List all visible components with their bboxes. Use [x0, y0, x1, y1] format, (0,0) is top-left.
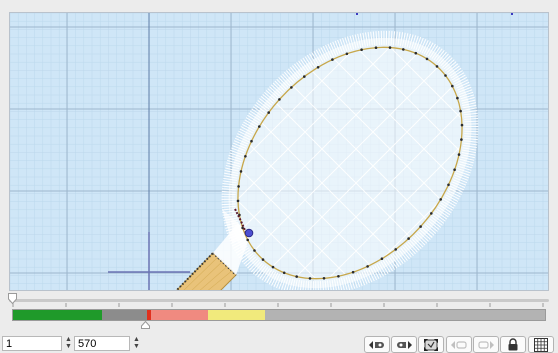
- outline-stitch-point: [253, 249, 256, 252]
- chevron-down-icon: ▼: [65, 343, 72, 350]
- outline-stitch-point: [322, 277, 326, 280]
- outline-stitch-point: [447, 183, 450, 187]
- color-block-5[interactable]: [208, 310, 266, 320]
- outline-stitch-point: [425, 57, 429, 61]
- fit-design-button[interactable]: [418, 336, 444, 353]
- canvas-marker-2: [511, 13, 513, 15]
- outline-stitch-point: [290, 86, 293, 89]
- outline-stitch-point: [453, 168, 456, 171]
- chevron-down-icon: ▼: [133, 343, 140, 350]
- outline-stitch-point: [337, 275, 340, 278]
- outline-stitch-point: [282, 271, 286, 275]
- end-stitch-field[interactable]: [74, 336, 130, 351]
- outline-stitch-point: [444, 74, 447, 77]
- outline-stitch-point: [394, 248, 398, 251]
- outline-stitch-point: [402, 48, 405, 51]
- color-block-1[interactable]: [13, 310, 103, 320]
- color-block-4[interactable]: [151, 310, 209, 320]
- previous-color-button[interactable]: [364, 336, 390, 353]
- next-stitch-button[interactable]: [473, 336, 499, 353]
- outline-stitch-point: [258, 125, 261, 128]
- outline-stitch-point: [380, 257, 384, 260]
- color-block-2[interactable]: [102, 310, 147, 320]
- bottom-toolbar: ▲ ▼ ▲ ▼: [0, 336, 558, 353]
- outline-stitch-point: [407, 237, 410, 240]
- design-canvas[interactable]: [9, 12, 549, 291]
- outline-stitch-point: [360, 48, 363, 51]
- color-block-6[interactable]: [265, 310, 545, 320]
- outline-stitch-point: [456, 96, 459, 100]
- previous-color-icon: [369, 340, 384, 349]
- outline-stitch-point: [366, 265, 369, 268]
- next-color-button[interactable]: [391, 336, 417, 353]
- grid-button[interactable]: [528, 336, 554, 353]
- end-stitch-stepper[interactable]: ▲ ▼: [132, 336, 141, 351]
- outline-stitch-point: [237, 185, 240, 188]
- outline-stitch-point: [261, 258, 265, 261]
- outline-stitch-point: [351, 270, 355, 274]
- racket-head[interactable]: [10, 13, 549, 291]
- chevron-up-icon: ▲: [65, 336, 72, 343]
- outline-stitch-point: [459, 109, 462, 113]
- outline-stitch-point: [295, 275, 299, 278]
- previous-stitch-button[interactable]: [446, 336, 472, 353]
- outline-stitch-point: [451, 84, 454, 88]
- color-sequence-bar[interactable]: [12, 309, 546, 321]
- lock-icon: [508, 338, 518, 351]
- outline-stitch-point: [316, 66, 320, 69]
- outline-stitch-point: [419, 225, 422, 228]
- start-stitch-field[interactable]: [2, 336, 62, 351]
- outline-stitch-point: [246, 238, 249, 242]
- outline-stitch-point: [267, 111, 271, 114]
- grid-icon: [534, 337, 548, 352]
- slow-redraw-slider-track[interactable]: [9, 299, 549, 302]
- outline-stitch-point: [244, 155, 247, 158]
- next-stitch-icon: [478, 340, 494, 349]
- outline-stitch-point: [430, 212, 433, 215]
- outline-stitch-point: [414, 51, 418, 55]
- outline-stitch-point: [239, 170, 243, 173]
- outline-stitch-point: [439, 198, 443, 201]
- outline-stitch-point: [331, 58, 334, 61]
- outline-stitch-point: [388, 46, 392, 49]
- stitch-position-knob[interactable]: [141, 321, 150, 329]
- origin-crosshair: [108, 232, 190, 290]
- outline-stitch-point: [460, 123, 464, 127]
- canvas-marker: [356, 13, 358, 15]
- previous-stitch-icon: [451, 340, 467, 349]
- timeline-ticks: [12, 303, 544, 307]
- outline-stitch-point: [460, 138, 463, 141]
- start-stitch-stepper[interactable]: ▲ ▼: [64, 336, 73, 351]
- fit-design-icon: [424, 338, 438, 351]
- outline-stitch-point: [308, 277, 312, 280]
- outline-stitch-point: [271, 265, 275, 269]
- outline-stitch-point: [236, 199, 240, 203]
- next-color-icon: [397, 340, 412, 349]
- outline-stitch-point: [278, 98, 281, 101]
- outline-stitch-point: [435, 65, 439, 68]
- outline-stitch-point: [457, 153, 461, 156]
- outline-stitch-point: [303, 75, 306, 78]
- chevron-up-icon: ▲: [133, 336, 140, 343]
- outline-stitch-point: [345, 52, 349, 56]
- lock-button[interactable]: [500, 336, 526, 353]
- stitch-timeline: [8, 292, 549, 329]
- outline-stitch-point: [374, 46, 378, 49]
- outline-stitch-point: [250, 139, 253, 143]
